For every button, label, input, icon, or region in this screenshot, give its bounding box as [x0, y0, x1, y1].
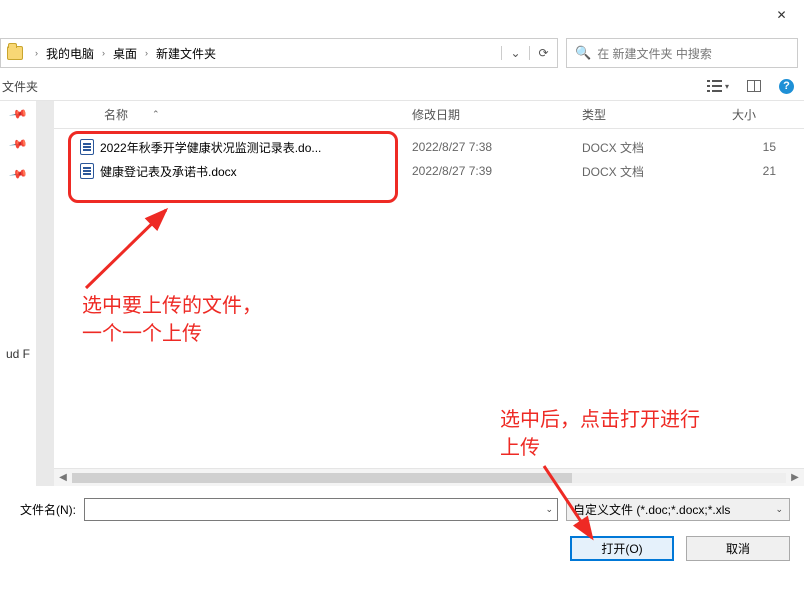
search-input[interactable]: 🔍 在 新建文件夹 中搜索 — [566, 38, 798, 68]
chevron-down-icon: ⌄ — [510, 46, 520, 60]
sort-asc-icon: ⌃ — [152, 109, 160, 120]
organize-label: 文件夹 — [2, 78, 38, 95]
cancel-button[interactable]: 取消 — [686, 536, 790, 561]
file-row[interactable]: 健康登记表及承诺书.docx 2022/8/27 7:39 DOCX 文档 21 — [54, 159, 804, 183]
horizontal-scrollbar[interactable]: ◀ ▶ — [54, 468, 804, 486]
list-view-icon — [707, 79, 723, 93]
chevron-right-icon: › — [139, 48, 154, 58]
file-row[interactable]: 2022年秋季开学健康状况监测记录表.do... 2022/8/27 7:38 … — [54, 135, 804, 159]
file-type: DOCX 文档 — [574, 163, 724, 180]
address-dropdown[interactable]: ⌄ — [501, 46, 529, 60]
nav-rail: 📌 📌 📌 ud F — [0, 101, 36, 486]
view-mode-button[interactable]: ▾ — [707, 79, 729, 93]
scroll-thumb[interactable] — [72, 473, 572, 483]
refresh-icon: ⟳ — [538, 46, 548, 60]
scroll-track[interactable] — [72, 473, 786, 483]
file-name: 健康登记表及承诺书.docx — [100, 163, 237, 180]
address-bar[interactable]: › 我的电脑 › 桌面 › 新建文件夹 ⌄ ⟳ — [0, 38, 558, 68]
pane-icon — [747, 80, 761, 92]
pin-icon[interactable]: 📌 — [8, 104, 28, 124]
scroll-right-button[interactable]: ▶ — [786, 472, 804, 483]
col-size-label[interactable]: 大小 — [724, 106, 784, 123]
docx-icon — [80, 139, 94, 155]
close-icon: ✕ — [776, 8, 786, 22]
preview-pane-button[interactable] — [747, 80, 761, 92]
folder-icon — [7, 46, 23, 60]
col-type-label[interactable]: 类型 — [574, 106, 724, 123]
rail-label: ud F — [6, 197, 30, 361]
file-date: 2022/8/27 7:39 — [404, 164, 574, 178]
close-button[interactable]: ✕ — [759, 0, 804, 30]
chevron-right-icon: › — [29, 48, 44, 58]
file-size: 21 — [724, 164, 784, 178]
file-name: 2022年秋季开学健康状况监测记录表.do... — [100, 139, 321, 156]
pin-icon[interactable]: 📌 — [8, 134, 28, 154]
docx-icon — [80, 163, 94, 179]
chevron-right-icon: › — [96, 48, 111, 58]
col-date-label[interactable]: 修改日期 — [404, 106, 574, 123]
search-placeholder: 在 新建文件夹 中搜索 — [597, 45, 712, 62]
breadcrumb[interactable]: › 我的电脑 › 桌面 › 新建文件夹 — [29, 45, 501, 62]
cancel-button-label: 取消 — [726, 540, 750, 557]
chevron-down-icon: ⌄ — [775, 504, 783, 515]
help-button[interactable]: ? — [779, 79, 794, 94]
pin-icon[interactable]: 📌 — [8, 164, 28, 184]
filename-input[interactable]: ⌄ — [84, 498, 558, 521]
file-date: 2022/8/27 7:38 — [404, 140, 574, 154]
open-button[interactable]: 打开(O) — [570, 536, 674, 561]
filter-label: 自定义文件 (*.doc;*.docx;*.xls — [573, 501, 730, 518]
column-headers[interactable]: 名称 ⌃ 修改日期 类型 大小 — [54, 101, 804, 129]
scroll-left-button[interactable]: ◀ — [54, 472, 72, 483]
help-icon: ? — [783, 80, 790, 92]
open-button-label: 打开(O) — [601, 540, 642, 557]
search-icon: 🔍 — [575, 45, 591, 61]
file-type-filter[interactable]: 自定义文件 (*.doc;*.docx;*.xls ⌄ — [566, 498, 790, 521]
col-name-label[interactable]: 名称 — [104, 106, 128, 123]
split-gutter[interactable] — [36, 101, 54, 486]
refresh-button[interactable]: ⟳ — [529, 46, 557, 60]
file-size: 15 — [724, 140, 784, 154]
file-type: DOCX 文档 — [574, 139, 724, 156]
chevron-down-icon: ⌄ — [545, 504, 553, 515]
chevron-down-icon: ▾ — [725, 82, 729, 91]
crumb-0[interactable]: 我的电脑 — [44, 45, 96, 62]
filename-label: 文件名(N): — [20, 501, 76, 518]
crumb-1[interactable]: 桌面 — [111, 45, 139, 62]
crumb-2[interactable]: 新建文件夹 — [154, 45, 218, 62]
